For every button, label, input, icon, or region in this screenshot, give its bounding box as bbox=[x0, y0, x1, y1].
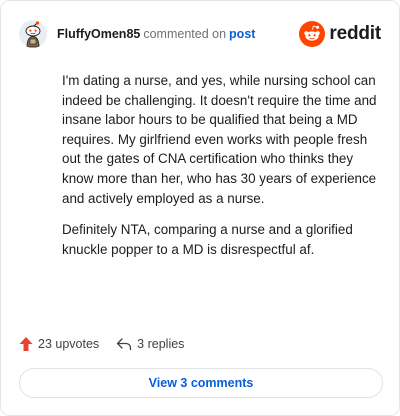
comment-paragraph: Definitely NTA, comparing a nurse and a … bbox=[62, 222, 353, 257]
replies-count: 3 replies bbox=[137, 337, 185, 351]
comment-header: FluffyOmen85 commented on post reddit bbox=[19, 19, 381, 49]
brand-name: reddit bbox=[329, 23, 381, 44]
avatar[interactable] bbox=[19, 20, 47, 48]
byline-text: commented on bbox=[143, 27, 227, 41]
upvote-arrow-icon bbox=[19, 337, 33, 351]
upvotes-count: 23 upvotes bbox=[38, 337, 100, 351]
replies-button[interactable]: 3 replies bbox=[116, 337, 184, 351]
post-link[interactable]: post bbox=[229, 27, 255, 41]
reddit-brand[interactable]: reddit bbox=[299, 21, 381, 47]
view-comments-button[interactable]: View 3 comments bbox=[19, 368, 383, 398]
reply-arrow-icon bbox=[117, 338, 132, 351]
byline: FluffyOmen85 commented on post bbox=[57, 26, 255, 42]
comment-paragraph: I'm dating a nurse, and yes, while nursi… bbox=[62, 73, 377, 206]
username-link[interactable]: FluffyOmen85 bbox=[57, 27, 140, 41]
snoo-avatar-icon bbox=[19, 20, 47, 48]
upvote-button[interactable]: 23 upvotes bbox=[19, 336, 99, 352]
comment-card: FluffyOmen85 commented on post reddit I'm … bbox=[0, 0, 400, 416]
comment-body: I'm dating a nurse, and yes, while nursi… bbox=[62, 71, 384, 271]
reddit-logo-icon bbox=[299, 21, 326, 47]
comment-actions: 23 upvotes 3 replies bbox=[19, 334, 184, 354]
